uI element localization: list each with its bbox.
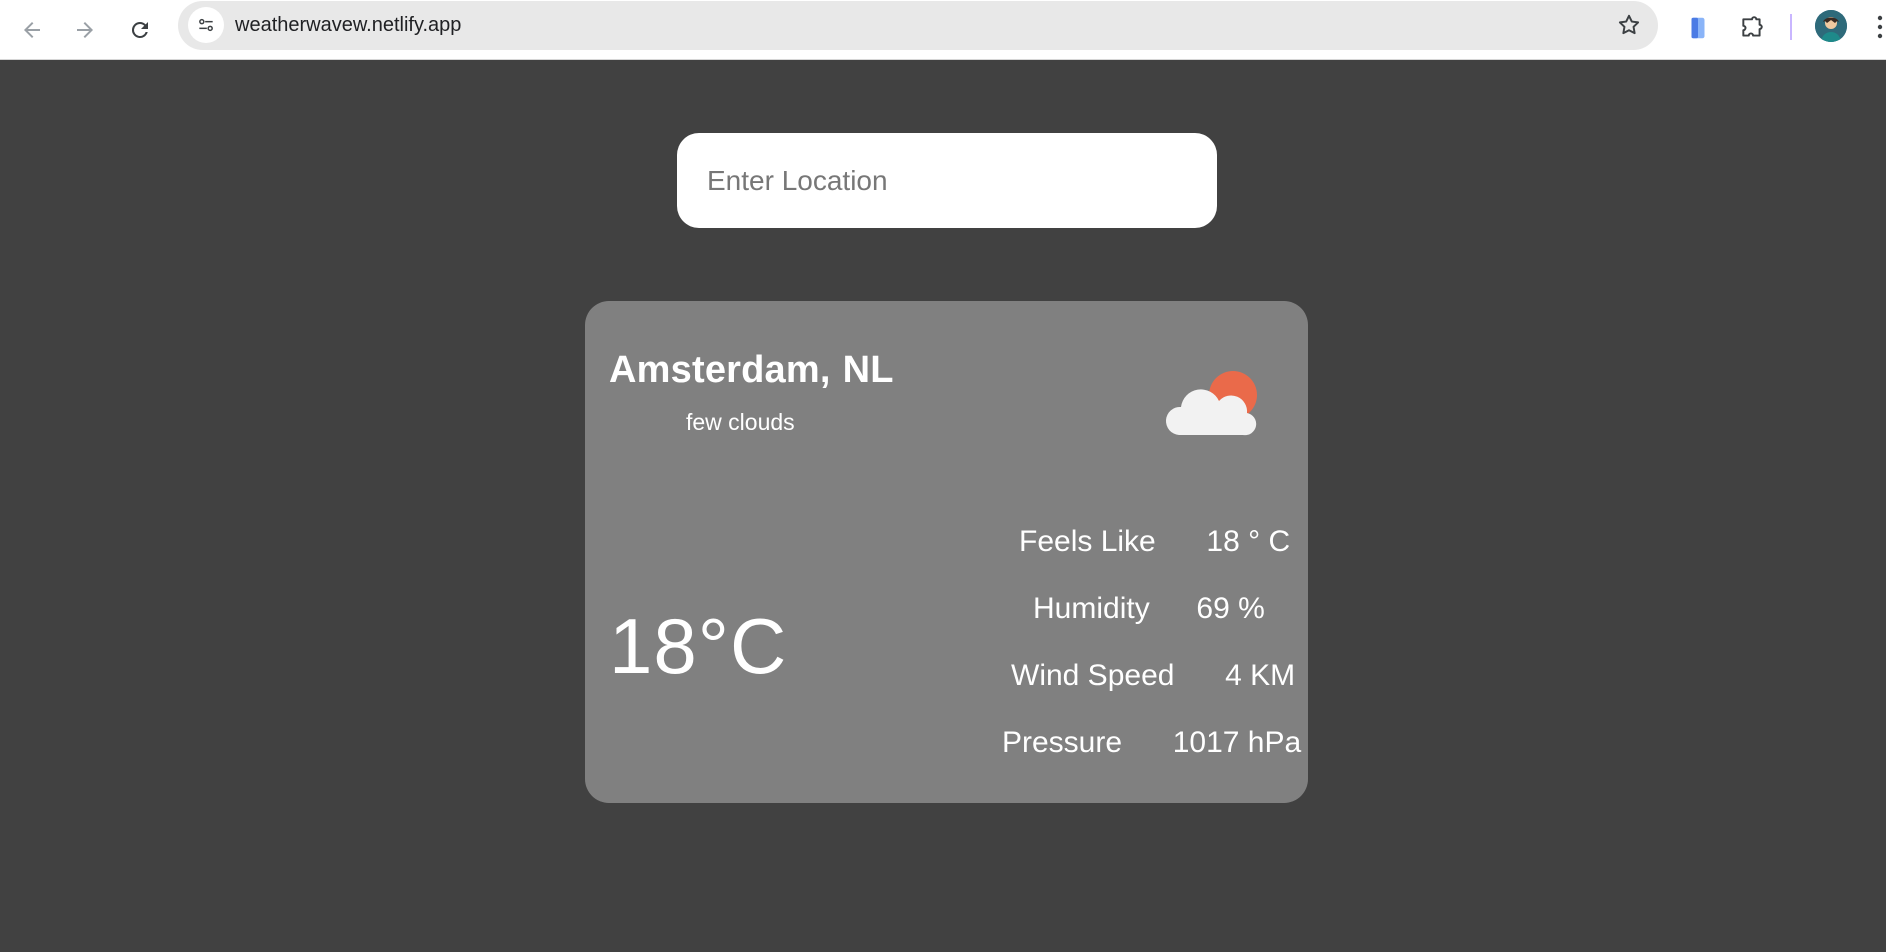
stat-feels-like: Feels Like 18 ° C — [1019, 525, 1290, 559]
address-bar[interactable]: weatherwavew.netlify.app — [178, 1, 1658, 50]
stat-label: Feels Like — [1019, 525, 1156, 558]
stat-value: 18 ° C — [1206, 525, 1291, 558]
location-search — [677, 133, 1217, 228]
weather-description: few clouds — [686, 409, 795, 435]
back-button[interactable] — [12, 10, 52, 50]
current-temperature: 18°C — [609, 602, 788, 690]
forward-button[interactable] — [65, 10, 105, 50]
more-vert-icon[interactable] — [1874, 14, 1886, 40]
stat-pressure: Pressure 1017 hPa — [1002, 726, 1301, 760]
puzzle-icon — [1742, 16, 1763, 37]
stat-value: 1017 hPa — [1172, 726, 1302, 759]
stat-humidity: Humidity 69 % — [1033, 592, 1265, 626]
arrow-left-icon — [24, 22, 40, 38]
toolbar-divider — [1790, 14, 1792, 40]
location-title: Amsterdam, NL — [609, 349, 894, 392]
extensions-menu-button[interactable] — [1734, 10, 1770, 46]
avatar-icon — [1815, 10, 1847, 42]
arrow-right-icon — [77, 22, 93, 38]
weather-card: Amsterdam, NL few clouds 18°C Feels Like … — [585, 301, 1308, 803]
city-name: Amsterdam, — [609, 349, 831, 391]
bookmark-star-icon[interactable] — [1616, 12, 1642, 38]
stat-wind-speed: Wind Speed 4 KM — [1011, 659, 1295, 693]
stat-value: 69 % — [1196, 592, 1265, 625]
site-info-button[interactable] — [188, 7, 224, 43]
location-search-input[interactable] — [677, 133, 1217, 228]
extension-button[interactable] — [1680, 10, 1716, 46]
reload-button[interactable] — [120, 10, 160, 50]
tune-icon — [199, 18, 213, 32]
stat-label: Pressure — [1002, 726, 1123, 759]
reload-icon — [131, 21, 148, 38]
country-code: NL — [842, 349, 894, 391]
phone-extension-icon — [1691, 17, 1705, 39]
browser-toolbar: weatherwavew.netlify.app — [0, 0, 1886, 60]
stat-label: Wind Speed — [1011, 659, 1175, 692]
stat-value: 4 KM — [1225, 659, 1296, 692]
url-text: weatherwavew.netlify.app — [235, 14, 462, 36]
stat-label: Humidity — [1033, 592, 1150, 625]
profile-avatar[interactable] — [1815, 10, 1847, 42]
partly-cloudy-icon — [1165, 371, 1257, 436]
